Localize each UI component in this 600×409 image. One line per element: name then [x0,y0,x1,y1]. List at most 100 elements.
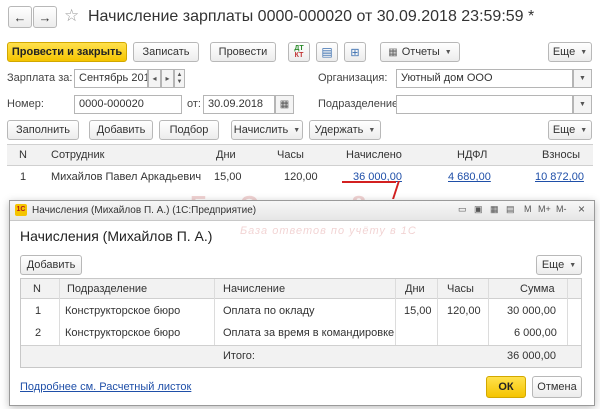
col-contrib: Взносы [542,149,580,161]
col-ndfl: НДФЛ [457,149,488,161]
period-spin-button[interactable]: ▲ ▼ [174,69,185,88]
chevron-down-icon: ▼ [444,48,452,56]
more-label: Еще [552,46,576,58]
row-n: 2 [35,327,42,339]
popup-title-bar: 1С Начисления (Михайлов П. А.) (1С:Предп… [10,201,594,221]
more-button[interactable]: Еще ▼ [548,42,592,62]
forward-button[interactable]: → [33,6,57,28]
row-days: 15,00 [214,171,242,183]
arrow-right-icon: → [38,9,52,25]
table-row[interactable]: 1 Михайлов Павел Аркадьевич 15,00 120,00… [7,166,593,190]
favorite-star-icon[interactable]: ☆ [64,6,79,26]
payslip-link[interactable]: Подробнее см. Расчетный листок [20,381,191,393]
col-hours: Часы [277,149,304,161]
accrue-button[interactable]: Начислить ▼ [231,120,303,140]
reports-label: Отчеты [401,46,440,58]
department-field[interactable] [396,95,573,114]
withhold-label: Удержать [314,124,364,136]
save-button[interactable]: Записать [133,42,199,62]
popup-add-button[interactable]: Добавить [20,255,82,275]
total-value: 36 000,00 [507,350,556,362]
withhold-button[interactable]: Удержать ▼ [309,120,381,140]
chevron-left-icon: ◂ [152,74,157,83]
structure-icon: ⊞ [350,46,360,59]
post-and-close-button[interactable]: Провести и закрыть [7,42,127,62]
app-1c-icon: 1С [15,204,27,216]
document-list-icon: ▤ [321,45,333,59]
department-dropdown-button[interactable]: ▼ [573,95,592,114]
organization-label: Организация: [318,72,388,84]
row-sum: 6 000,00 [514,327,557,339]
ok-button[interactable]: ОК [486,376,526,398]
window-title: Начисление зарплаты 0000-000020 от 30.09… [88,8,535,25]
chevron-down-icon: ▼ [293,126,301,134]
col-n: N [19,149,27,161]
period-next-button[interactable]: ▸ [161,69,174,88]
table-more-button[interactable]: Еще ▼ [548,120,592,140]
calculator-icon[interactable]: ▤ [506,204,515,215]
journal-button[interactable]: ▤ [316,42,338,62]
row-dept: Конструкторское бюро [65,327,181,339]
row-days: 15,00 [404,305,432,317]
number-field[interactable]: 0000-000020 [74,95,182,114]
table-row[interactable]: 2 Конструкторское бюро Оплата за время в… [21,323,567,345]
popup-col-dept: Подразделение [67,283,148,295]
arrow-left-icon: ← [13,9,27,25]
total-label: Итого: [223,350,255,362]
chevron-down-icon: ▼ [368,126,376,134]
col-days: Дни [216,149,236,161]
chevron-right-icon: ▸ [165,74,170,83]
structure-button[interactable]: ⊞ [344,42,366,62]
salary-period-field[interactable]: Сентябрь 2018 [74,69,148,88]
table-row[interactable]: 1 Конструкторское бюро Оплата по окладу … [21,301,567,323]
popup-window-title: Начисления (Михайлов П. А.) (1С:Предприя… [32,205,257,216]
close-icon[interactable]: × [578,202,585,216]
popup-col-n: N [33,283,41,295]
add-button[interactable]: Добавить [89,120,153,140]
department-label: Подразделение: [318,98,402,110]
memory-minus-button[interactable]: M- [556,204,567,214]
reports-button[interactable]: ▦ Отчеты ▼ [380,42,460,62]
memory-m-button[interactable]: M [524,204,532,214]
date-label: от: [187,98,201,110]
post-button[interactable]: Провести [210,42,276,62]
cancel-button[interactable]: Отмена [532,376,582,398]
chevron-down-icon: ▼ [579,101,586,108]
row-ndfl-link[interactable]: 4 680,00 [448,171,491,183]
row-contrib-link[interactable]: 10 872,00 [535,171,584,183]
highlight-underline [342,181,396,183]
popup-col-accrual: Начисление [223,283,286,295]
calendar-button[interactable]: ▦ [275,95,294,114]
date-field[interactable]: 30.09.2018 [203,95,275,114]
reports-icon: ▦ [388,46,398,58]
accrue-label: Начислить [233,124,289,136]
popup-more-button[interactable]: Еще ▼ [536,255,582,275]
save-icon[interactable]: ▣ [474,204,483,215]
organization-field[interactable]: Уютный дом ООО [396,69,573,88]
organization-dropdown-button[interactable]: ▼ [573,69,592,88]
spin-up-icon: ▲ [176,71,183,78]
dt-kt-icon: ДТ КТ [294,45,304,59]
more-label: Еще [552,124,576,136]
row-sum: 30 000,00 [507,305,556,317]
dt-kt-button[interactable]: ДТ КТ [288,42,310,62]
fill-button[interactable]: Заполнить [7,120,79,140]
row-employee: Михайлов Павел Аркадьевич [51,171,202,183]
calendar-icon: ▦ [279,99,290,110]
more-label: Еще [541,259,565,271]
salary-for-label: Зарплата за: [7,72,73,84]
row-n: 1 [35,305,42,317]
select-button[interactable]: Подбор [159,120,219,140]
totals-row: Итого: 36 000,00 [21,345,581,367]
popup-col-days: Дни [405,283,425,295]
calendar-icon[interactable]: ▦ [490,204,499,215]
memory-plus-button[interactable]: M+ [538,204,551,214]
back-button[interactable]: ← [8,6,32,28]
row-hours: 120,00 [284,171,318,183]
chevron-down-icon: ▼ [580,126,588,134]
period-prev-button[interactable]: ◂ [148,69,161,88]
chevron-down-icon: ▼ [580,48,588,56]
print-icon[interactable]: ▭ [458,204,467,215]
row-hours: 120,00 [447,305,481,317]
accruals-popup: 1С Начисления (Михайлов П. А.) (1С:Предп… [9,200,595,406]
